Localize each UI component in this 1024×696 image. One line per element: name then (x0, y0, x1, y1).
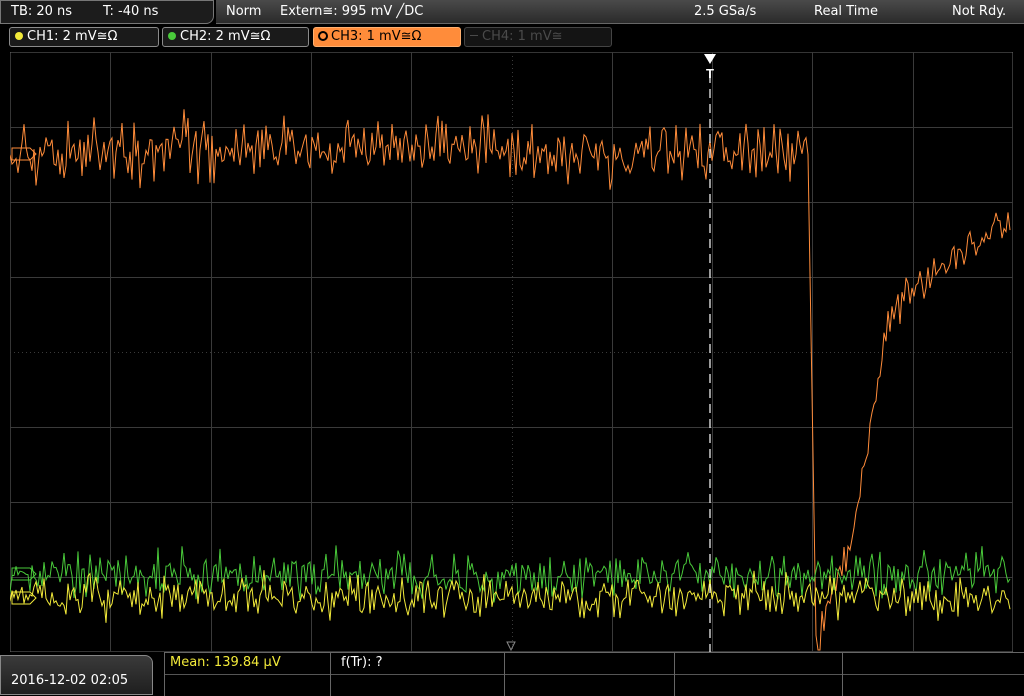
measurement-cell-empty-2[interactable] (674, 653, 842, 696)
channel-tab-ch2[interactable]: CH2: 2 mV≅Ω (162, 27, 309, 47)
trigger-source[interactable]: Extern≅: 995 mV ╱DC (280, 4, 423, 19)
measurement-cell-mean[interactable]: Mean: 139.84 µV (164, 653, 330, 696)
ch4-indicator-icon (470, 35, 478, 36)
channel-tab-ch1[interactable]: CH1: 2 mV≅Ω (9, 27, 159, 47)
measurement-panel: Mean: 139.84 µV f(Tr): ? (164, 652, 1024, 696)
acquisition-mode: Real Time (814, 4, 878, 19)
ch2-label: CH2: 2 mV≅Ω (180, 29, 271, 44)
waveform-display[interactable]: T (10, 52, 1013, 652)
ch4-label: CH4: 1 mV≅ (482, 29, 563, 44)
measurement-cell-empty-3[interactable] (842, 653, 1024, 696)
trigger-mode[interactable]: Norm (226, 4, 261, 19)
measurement-cell-empty-1[interactable] (504, 653, 674, 696)
ch1-label: CH1: 2 mV≅Ω (27, 29, 118, 44)
ch1-indicator-icon (15, 32, 23, 40)
ftr-measurement: f(Tr): ? (341, 655, 383, 670)
measurement-cell-ftr[interactable]: f(Tr): ? (330, 653, 504, 696)
trigger-time-value: T: -40 ns (103, 4, 159, 19)
ch3-label: CH3: 1 mV≅Ω (331, 29, 422, 44)
date-time-display[interactable]: 2016-12-02 02:05 (0, 655, 153, 695)
trigger-marker-label: T (706, 66, 714, 81)
sample-rate: 2.5 GSa/s (694, 4, 757, 19)
ch3-indicator-icon (319, 32, 327, 40)
run-status: Not Rdy. (952, 4, 1007, 19)
timebase-value: TB: 20 ns (11, 4, 73, 19)
channel-tab-ch3[interactable]: CH3: 1 mV≅Ω (313, 27, 461, 47)
mean-measurement: Mean: 139.84 µV (170, 655, 281, 670)
timebase-panel[interactable]: TB: 20 ns T: -40 ns (0, 0, 214, 24)
status-bar: Norm Extern≅: 995 mV ╱DC 2.5 GSa/s Real … (216, 0, 1024, 24)
channel-tab-ch4[interactable]: CH4: 1 mV≅ (464, 27, 612, 47)
ch2-indicator-icon (168, 32, 176, 40)
